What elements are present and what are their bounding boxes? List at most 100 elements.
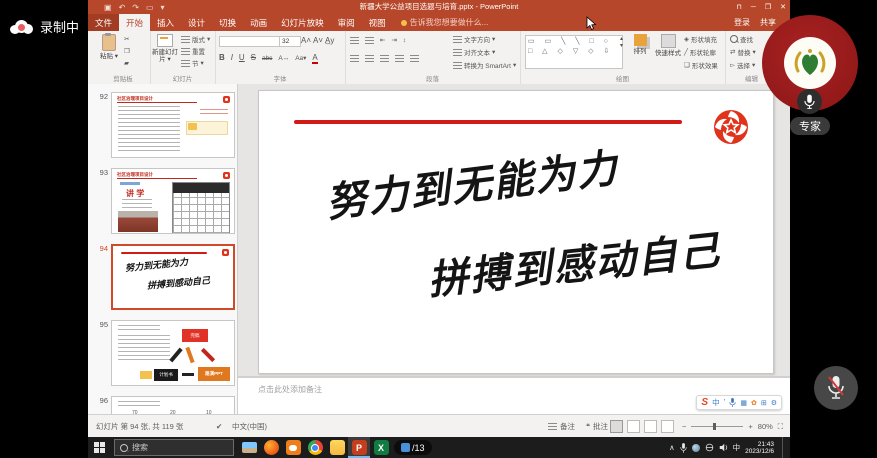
columns-icon[interactable] bbox=[410, 55, 419, 62]
format-painter-button[interactable]: ▰ bbox=[124, 59, 129, 67]
taskbar-clock[interactable]: 21:43 2023/12/6 bbox=[745, 441, 774, 455]
notes-pane[interactable]: 点击此处添加备注 S 中 ’ ▦ ✿ ⊞ ⚙ bbox=[238, 378, 790, 414]
spellcheck-icon[interactable]: ✔ bbox=[216, 415, 222, 438]
chrome-taskbar-button[interactable] bbox=[304, 437, 326, 458]
tab-review[interactable]: 审阅 bbox=[331, 14, 362, 31]
quick-styles-button[interactable]: 快速样式 bbox=[654, 34, 682, 57]
thumbnail-item-92[interactable]: 92 社区治理项目设计 bbox=[92, 92, 237, 158]
ribbon-options-icon[interactable]: ⊓ bbox=[736, 3, 741, 11]
sign-in-button[interactable]: 登录 bbox=[734, 17, 750, 28]
tab-design[interactable]: 设计 bbox=[181, 14, 212, 31]
zoom-slider[interactable] bbox=[691, 426, 743, 427]
shrink-font-button[interactable]: A˅ bbox=[313, 36, 323, 45]
notes-toggle-button[interactable]: 备注 bbox=[548, 415, 575, 438]
muted-mic-button[interactable] bbox=[814, 366, 858, 410]
underline-button[interactable]: U bbox=[239, 53, 245, 62]
grow-font-button[interactable]: A˄ bbox=[301, 36, 311, 45]
language-indicator[interactable]: 中文(中国) bbox=[232, 415, 267, 438]
shape-fill-button[interactable]: ◈形状填充 bbox=[684, 34, 717, 44]
thumbnail-item-93[interactable]: 93 社区治理项目设计 讲 学 bbox=[92, 168, 237, 234]
tray-ime-indicator[interactable]: 中 bbox=[733, 442, 741, 453]
thumbnail-item-95[interactable]: 95 完稿 计划书 路演PPT bbox=[92, 320, 237, 386]
slide-sorter-view-button[interactable] bbox=[627, 420, 640, 433]
layout-button[interactable]: 版式 ▾ bbox=[181, 34, 210, 44]
tray-app-icon[interactable] bbox=[692, 444, 700, 452]
strikethrough-button[interactable]: S bbox=[251, 53, 256, 62]
decrease-indent-icon[interactable]: ⇤ bbox=[380, 36, 385, 44]
line-spacing-icon[interactable]: ↕ bbox=[403, 37, 406, 44]
section-button[interactable]: 节 ▾ bbox=[181, 58, 204, 68]
slideshow-view-button[interactable] bbox=[661, 420, 674, 433]
tray-network-icon[interactable] bbox=[705, 443, 714, 452]
convert-smartart-button[interactable]: 转换为 SmartArt ▾ bbox=[453, 60, 516, 70]
chat-app-taskbar-button[interactable] bbox=[282, 437, 304, 458]
ime-skin-icon[interactable]: ✿ bbox=[751, 399, 757, 407]
text-direction-button[interactable]: 文字方向 ▾ bbox=[453, 34, 495, 44]
bold-button[interactable]: B bbox=[219, 53, 225, 62]
tray-expand-icon[interactable]: ∧ bbox=[669, 443, 675, 452]
normal-view-button[interactable] bbox=[610, 420, 623, 433]
zoom-in-button[interactable]: + bbox=[748, 422, 752, 431]
powerpoint-taskbar-button[interactable]: P bbox=[348, 437, 370, 458]
find-button[interactable]: 查找 bbox=[730, 34, 753, 44]
shape-effects-button[interactable]: ❏形状效果 bbox=[684, 60, 718, 70]
ime-toolbar[interactable]: S 中 ’ ▦ ✿ ⊞ ⚙ bbox=[696, 395, 782, 410]
ime-toolbox-icon[interactable]: ⊞ bbox=[761, 399, 767, 407]
zoom-slider-thumb[interactable] bbox=[713, 423, 716, 430]
avatar-mic-icon[interactable] bbox=[797, 89, 822, 114]
page-count-badge[interactable]: /13 bbox=[394, 440, 432, 455]
font-color-button[interactable]: A bbox=[312, 53, 317, 64]
justify-icon[interactable] bbox=[395, 55, 404, 62]
slide-thumbnail[interactable]: 完稿 计划书 路演PPT bbox=[111, 320, 235, 386]
ime-punctuation-icon[interactable]: ’ bbox=[724, 398, 726, 407]
align-text-button[interactable]: 对齐文本 ▾ bbox=[453, 47, 495, 57]
increase-indent-icon[interactable]: ⇥ bbox=[391, 36, 396, 44]
tell-me-box[interactable]: 告诉我您想要做什么... bbox=[393, 14, 497, 31]
fit-to-window-icon[interactable]: ⛶ bbox=[778, 422, 783, 432]
firefox-taskbar-button[interactable] bbox=[260, 437, 282, 458]
thumbnail-item-94[interactable]: 94 努力到无能为力 拼搏到感动自己 bbox=[92, 244, 237, 310]
ime-keyboard-icon[interactable]: ▦ bbox=[740, 399, 747, 407]
start-button[interactable] bbox=[88, 437, 110, 458]
select-button[interactable]: ▻选择 ▾ bbox=[730, 60, 755, 70]
tab-view[interactable]: 视图 bbox=[362, 14, 393, 31]
tab-insert[interactable]: 插入 bbox=[150, 14, 181, 31]
change-case-button[interactable]: Aa▾ bbox=[295, 54, 306, 62]
slide-thumbnail-selected[interactable]: 努力到无能为力 拼搏到感动自己 bbox=[111, 244, 235, 310]
excel-taskbar-button[interactable]: X bbox=[370, 437, 392, 458]
slide-thumbnail[interactable]: 70 20 10 bbox=[111, 396, 235, 414]
tab-file[interactable]: 文件 bbox=[88, 14, 119, 31]
shadow-button[interactable]: abc bbox=[262, 55, 272, 62]
char-spacing-button[interactable]: A↔ bbox=[278, 55, 289, 62]
replace-button[interactable]: ⇄替换 ▾ bbox=[730, 47, 756, 57]
italic-button[interactable]: I bbox=[231, 53, 233, 62]
share-button[interactable]: 共享 bbox=[760, 17, 776, 28]
thumbnail-item-96[interactable]: 96 70 20 10 bbox=[92, 396, 237, 414]
tab-home[interactable]: 开始 bbox=[119, 14, 150, 31]
tray-volume-icon[interactable] bbox=[719, 443, 728, 452]
cut-button[interactable]: ✂ bbox=[124, 35, 129, 43]
current-slide-canvas[interactable]: 努力到无能为力 拼搏到感动自己 bbox=[258, 90, 774, 374]
task-view-button[interactable] bbox=[238, 437, 260, 458]
sogou-logo-icon[interactable]: S bbox=[701, 397, 708, 408]
reset-button[interactable]: 重置 bbox=[181, 46, 205, 56]
tray-mic-icon[interactable] bbox=[680, 443, 687, 453]
align-right-icon[interactable] bbox=[380, 55, 389, 62]
paste-button[interactable]: 粘贴 ▾ bbox=[98, 34, 120, 60]
slide-thumbnail-panel[interactable]: 92 社区治理项目设计 93 社区治理项目设计 bbox=[88, 84, 238, 414]
new-slide-button[interactable]: 新建幻灯片 ▾ bbox=[151, 34, 179, 63]
numbering-icon[interactable] bbox=[365, 37, 374, 44]
taskbar-search[interactable]: 搜索 bbox=[114, 439, 234, 456]
font-name-input[interactable] bbox=[219, 36, 281, 47]
clear-format-button[interactable]: A̲y bbox=[325, 36, 334, 45]
file-explorer-taskbar-button[interactable] bbox=[326, 437, 348, 458]
minimize-button[interactable]: ─ bbox=[751, 4, 756, 11]
close-button[interactable]: ✕ bbox=[780, 3, 786, 11]
shapes-scroll[interactable]: ▴▾ bbox=[620, 35, 623, 49]
reading-view-button[interactable] bbox=[644, 420, 657, 433]
tab-transitions[interactable]: 切换 bbox=[212, 14, 243, 31]
comments-toggle-button[interactable]: ❝批注 bbox=[586, 415, 608, 438]
align-left-icon[interactable] bbox=[350, 55, 359, 62]
zoom-out-button[interactable]: − bbox=[682, 422, 686, 431]
align-center-icon[interactable] bbox=[365, 55, 374, 62]
